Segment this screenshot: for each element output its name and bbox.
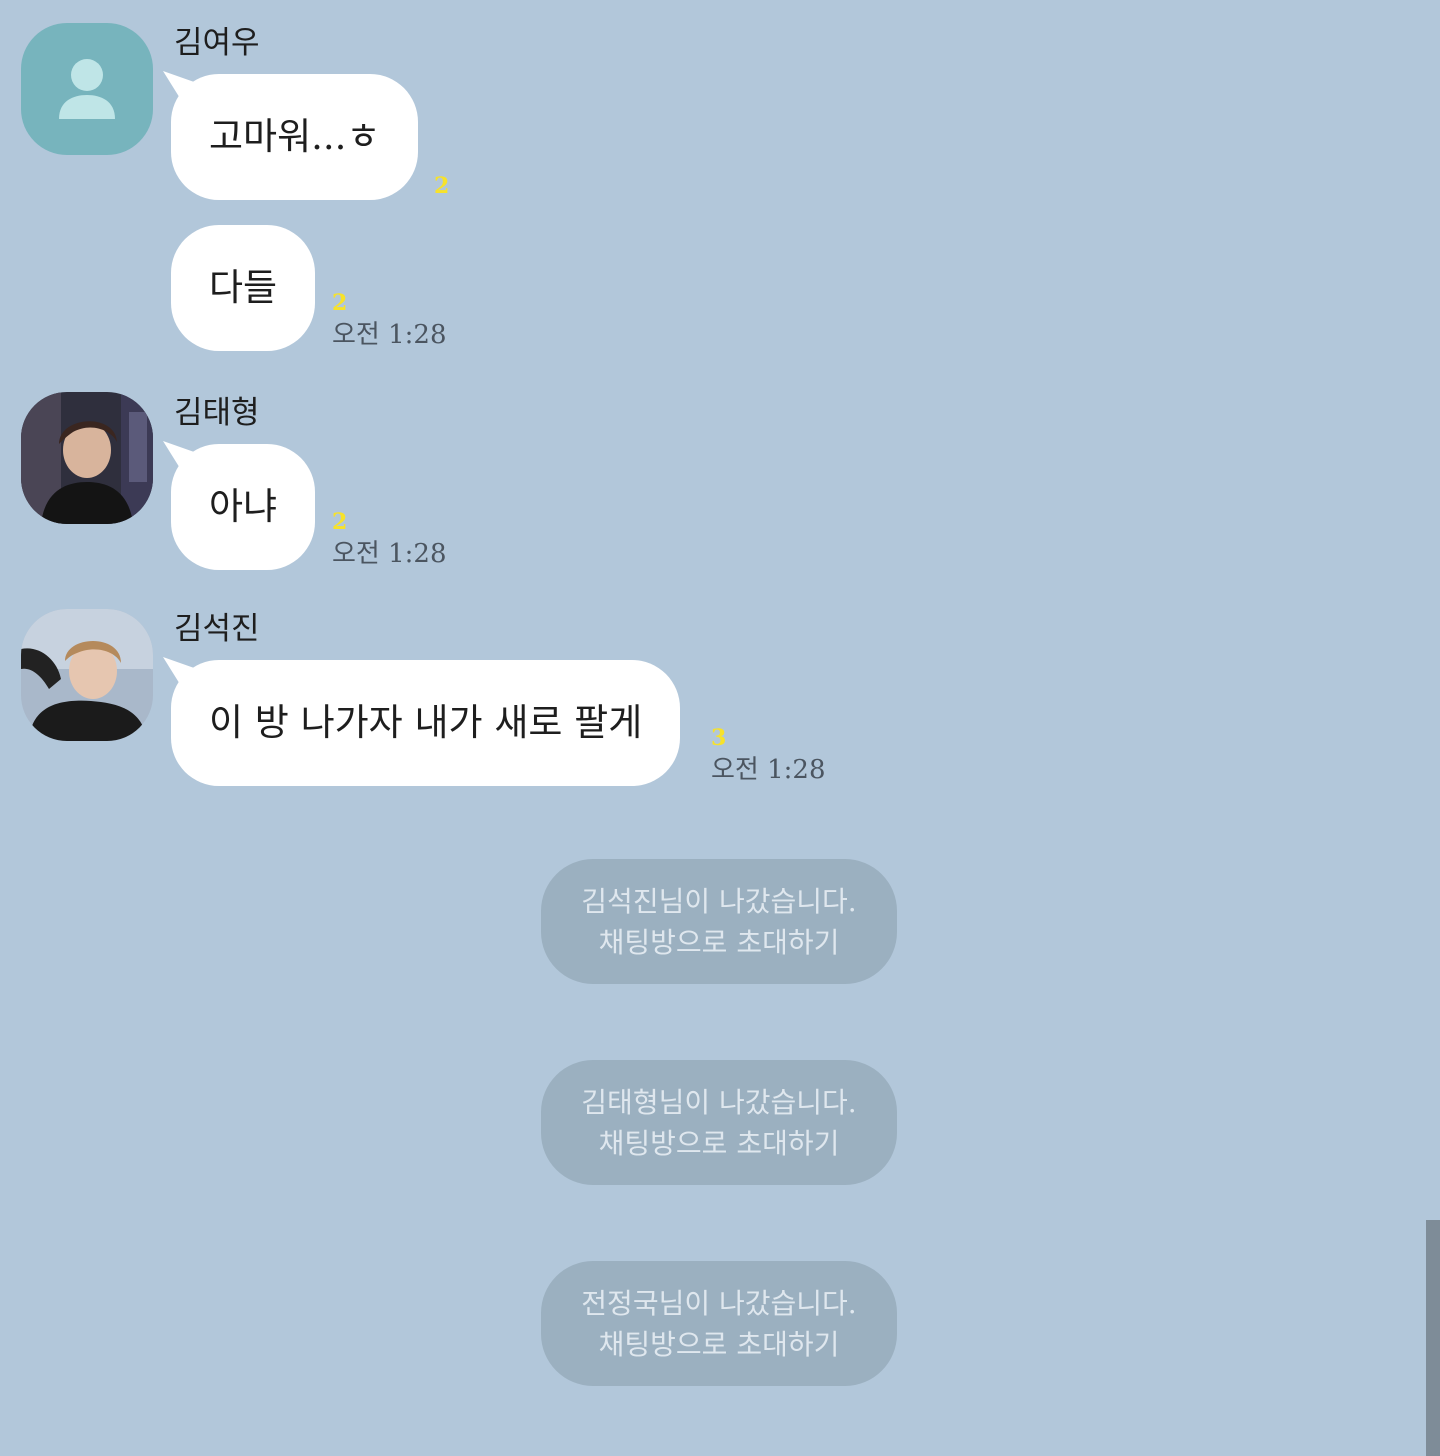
- invite-back-link[interactable]: 채팅방으로 초대하기: [541, 922, 897, 963]
- avatar-profile-photo[interactable]: [21, 392, 153, 524]
- leave-notice-text: 김태형님이 나갔습니다.: [581, 1086, 857, 1119]
- avatar-default-profile-icon[interactable]: [21, 23, 153, 155]
- message-text: 다들: [209, 266, 278, 309]
- leave-notice-text: 김석진님이 나갔습니다.: [581, 885, 857, 918]
- unread-count: 3: [711, 725, 727, 751]
- leave-notice-text: 전정국님이 나갔습니다.: [581, 1287, 857, 1320]
- message-time: 오전 1:28: [332, 539, 447, 569]
- default-profile-icon: [59, 59, 115, 119]
- sender-name: 김석진: [174, 611, 260, 647]
- invite-back-link[interactable]: 채팅방으로 초대하기: [541, 1324, 897, 1365]
- unread-count: 2: [332, 509, 348, 535]
- message-bubble[interactable]: 아냐: [171, 444, 316, 570]
- leave-notice[interactable]: 김태형님이 나갔습니다. 채팅방으로 초대하기: [541, 1060, 897, 1185]
- message-time: 오전 1:28: [711, 755, 826, 785]
- profile-photo-kimtaehyung: [21, 392, 153, 524]
- message-text: 이 방 나가자 내가 새로 팔게: [209, 701, 643, 744]
- avatar-profile-photo[interactable]: [21, 609, 153, 741]
- invite-back-link[interactable]: 채팅방으로 초대하기: [541, 1123, 897, 1164]
- unread-count: 2: [434, 173, 450, 199]
- sender-name: 김여우: [174, 25, 260, 61]
- unread-count: 2: [332, 290, 348, 316]
- leave-notice[interactable]: 전정국님이 나갔습니다. 채팅방으로 초대하기: [541, 1261, 897, 1386]
- scrollbar[interactable]: [1426, 1220, 1440, 1456]
- profile-photo-kimseokjin: [21, 609, 153, 741]
- message-bubble[interactable]: 이 방 나가자 내가 새로 팔게: [171, 660, 681, 786]
- message-text: 고마워...ㅎ: [209, 115, 381, 158]
- message-bubble[interactable]: 고마워...ㅎ: [171, 74, 419, 200]
- message-bubble[interactable]: 다들: [171, 225, 316, 351]
- leave-notice[interactable]: 김석진님이 나갔습니다. 채팅방으로 초대하기: [541, 859, 897, 984]
- message-text: 아냐: [209, 485, 278, 528]
- sender-name: 김태형: [174, 395, 260, 431]
- message-time: 오전 1:28: [332, 320, 447, 350]
